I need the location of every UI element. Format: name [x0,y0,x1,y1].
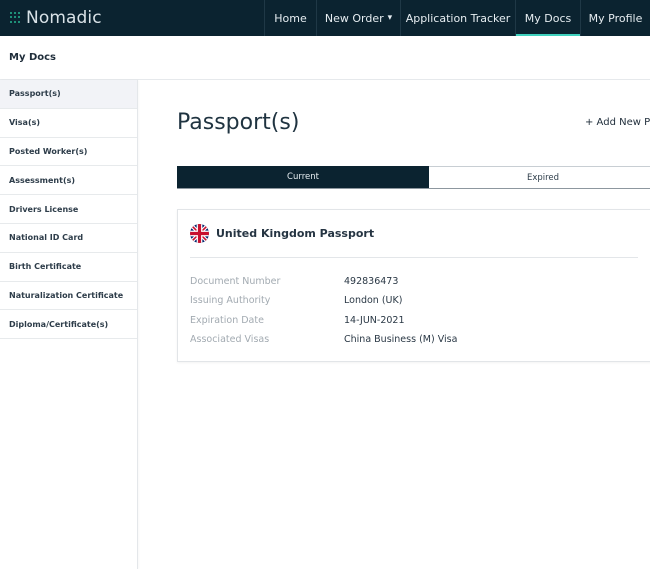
sidebar-item-passports[interactable]: Passport(s) [0,80,137,109]
sidebar-item-diplomas[interactable]: Diploma/Certificate(s) [0,310,137,340]
sidebar-item-posted-workers[interactable]: Posted Worker(s) [0,138,137,167]
detail-value: London (UK) [344,295,403,307]
sidebar-item-birth-certificate[interactable]: Birth Certificate [0,253,137,282]
nav-new-order[interactable]: New Order ▾ [316,0,400,36]
sidebar-item-visas[interactable]: Visa(s) [0,109,137,138]
detail-row-issuing-authority: Issuing Authority London (UK) [190,291,457,310]
detail-row-expiration-date: Expiration Date 14-JUN-2021 [190,311,457,330]
passport-tabs: Current Expired [177,166,650,189]
detail-row-associated-visas: Associated Visas China Business (M) Visa [190,330,457,349]
brand-name: Nomadic [26,8,102,28]
nomadic-logo-icon [10,12,22,24]
passport-card[interactable]: United Kingdom Passport Document Number … [177,209,650,362]
nav-my-profile[interactable]: My Profile [580,0,650,36]
sidebar-item-naturalization-certificate[interactable]: Naturalization Certificate [0,282,137,311]
nav-my-docs[interactable]: My Docs [515,0,580,36]
nav-home-label: Home [274,11,307,25]
tab-current[interactable]: Current [177,166,429,188]
nav-application-tracker-label: Application Tracker [405,11,511,25]
nav-application-tracker[interactable]: Application Tracker [400,0,515,36]
card-divider [190,257,638,258]
tab-expired[interactable]: Expired [429,166,650,188]
passport-details: Document Number 492836473 Issuing Author… [190,272,457,349]
nav-my-profile-label: My Profile [588,11,643,25]
detail-label: Expiration Date [190,314,264,326]
main-nav: Home New Order ▾ Application Tracker My D… [264,0,650,36]
sidebar-item-national-id[interactable]: National ID Card [0,224,137,253]
detail-value: 492836473 [344,276,399,288]
detail-label: Document Number [190,276,281,288]
nav-my-docs-label: My Docs [524,11,572,25]
detail-label: Associated Visas [190,334,270,346]
brand-logo[interactable]: Nomadic [0,0,264,36]
passport-card-title: United Kingdom Passport [216,227,375,240]
top-navbar: Nomadic Home New Order ▾ Application Trac… [0,0,650,36]
docs-sidebar: Passport(s) Visa(s) Posted Worker(s) Ass… [0,80,138,569]
sidebar-item-drivers-license[interactable]: Drivers License [0,195,137,224]
detail-label: Issuing Authority [190,295,271,307]
nav-new-order-label: New Order [324,11,384,25]
add-new-passport-button[interactable]: + Add New Passport [585,117,650,128]
passport-card-header: United Kingdom Passport [190,224,374,243]
chevron-down-icon: ▾ [387,13,393,23]
detail-value: 14-JUN-2021 [344,314,405,326]
detail-row-document-number: Document Number 492836473 [190,272,457,291]
section-title: My Docs [9,52,57,63]
nav-home[interactable]: Home [264,0,316,36]
detail-value[interactable]: China Business (M) Visa [344,334,457,345]
sidebar-item-assessments[interactable]: Assessment(s) [0,166,137,196]
page-title: Passport(s) [177,110,300,135]
page-subheader: My Docs [0,36,650,80]
uk-flag-icon [190,224,209,243]
